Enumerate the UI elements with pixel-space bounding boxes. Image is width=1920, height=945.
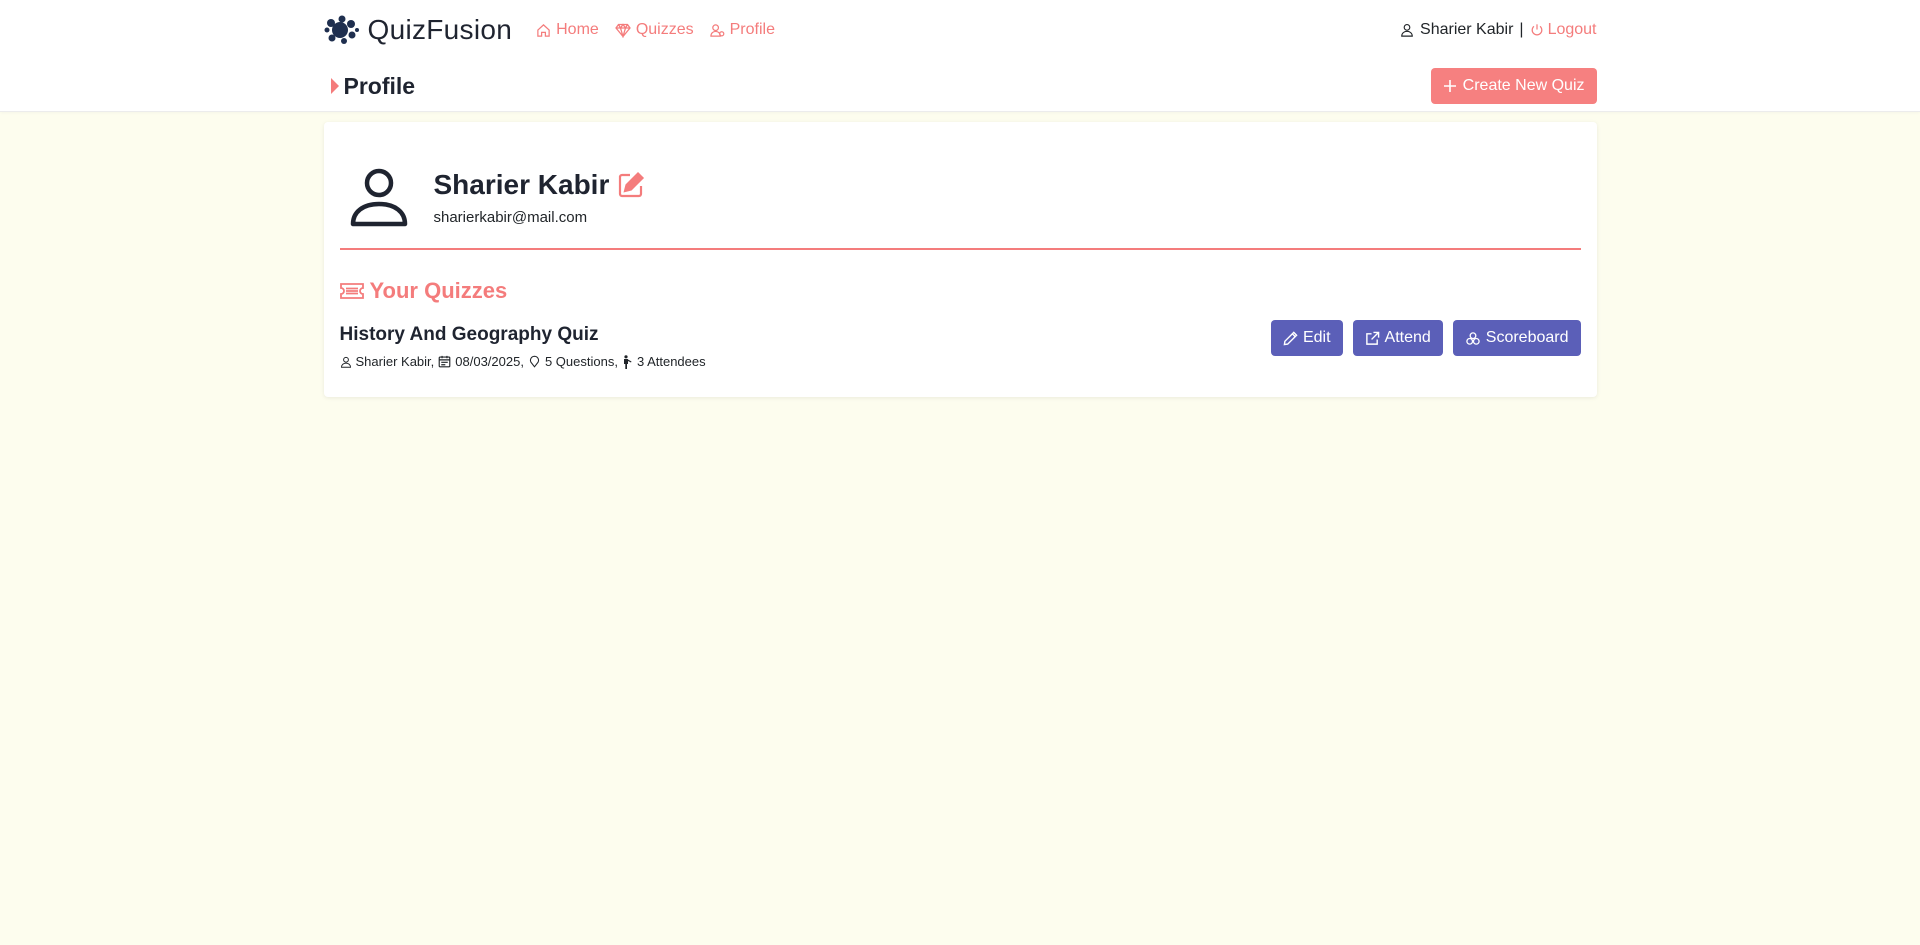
- your-quizzes-heading: Your Quizzes: [339, 278, 1581, 304]
- attend-quiz-button[interactable]: Attend: [1352, 320, 1443, 356]
- page-title: Profile: [330, 72, 416, 100]
- nav-link-label: Quizzes: [635, 21, 694, 38]
- quiz-title: History And Geography Quiz: [339, 324, 599, 345]
- edit-quiz-button[interactable]: Edit: [1270, 320, 1343, 356]
- home-icon: [536, 23, 551, 38]
- nav-link-home[interactable]: Home: [536, 21, 599, 39]
- nav-link-label: Home: [556, 21, 599, 38]
- page-header: Profile Create New Quiz: [324, 60, 1597, 112]
- gem-icon: [614, 22, 631, 38]
- top-navbar: QuizFusion Home Quizzes Profile Sharier …: [0, 0, 1920, 112]
- nav-link-quizzes[interactable]: Quizzes: [614, 21, 694, 39]
- nav-link-label: Profile: [729, 21, 775, 38]
- nav-link-profile[interactable]: Profile: [709, 21, 775, 39]
- logout-label: Logout: [1547, 21, 1597, 38]
- scoreboard-button[interactable]: Scoreboard: [1452, 320, 1581, 356]
- quiz-meta: Sharier Kabir, 08/03/2025, 5 Questions,: [340, 354, 706, 369]
- avatar-icon: [348, 166, 410, 228]
- quiz-questions: 5 Questions,: [544, 354, 618, 369]
- profile-email: sharierkabir@mail.com: [433, 208, 588, 226]
- trophy-group-icon: [1465, 331, 1481, 346]
- edit-label: Edit: [1302, 329, 1331, 346]
- brand-logo-link[interactable]: QuizFusion: [324, 14, 513, 46]
- quiz-author: Sharier Kabir,: [355, 354, 435, 369]
- caret-right-icon: [330, 77, 340, 95]
- quizfusion-logo-icon: [324, 14, 360, 46]
- create-new-quiz-button[interactable]: Create New Quiz: [1430, 68, 1597, 104]
- power-icon: [1530, 23, 1544, 37]
- quiz-list-item: History And Geography Quiz Sharier Kabir…: [339, 320, 1581, 369]
- user-icon: [1400, 23, 1414, 37]
- ticket-icon: [339, 282, 364, 300]
- create-new-quiz-label: Create New Quiz: [1462, 77, 1585, 94]
- quiz-date: 08/03/2025,: [455, 354, 524, 369]
- calendar-icon: [438, 355, 451, 368]
- quiz-attendees: 3 Attendees: [636, 354, 706, 369]
- attendee-icon: [622, 354, 633, 369]
- nav-row: QuizFusion Home Quizzes Profile Sharier …: [324, 0, 1597, 60]
- nav-separator: |: [1519, 21, 1524, 38]
- user-area: Sharier Kabir | Logout: [1400, 21, 1597, 39]
- external-link-icon: [1365, 331, 1380, 346]
- edit-profile-icon[interactable]: [617, 171, 645, 199]
- page-title-text: Profile: [343, 72, 416, 99]
- plus-icon: [1443, 79, 1457, 93]
- quiz-actions: Edit Attend Scoreboard: [1270, 320, 1581, 356]
- profile-icon: [709, 23, 725, 38]
- brand-name: QuizFusion: [367, 14, 513, 45]
- attend-label: Attend: [1384, 329, 1431, 346]
- logout-link[interactable]: Logout: [1530, 21, 1597, 39]
- section-title-text: Your Quizzes: [369, 278, 508, 303]
- current-user-name: Sharier Kabir: [1420, 21, 1514, 38]
- questions-icon: [528, 355, 541, 368]
- profile-name: Sharier Kabir: [433, 168, 610, 200]
- nav-links: Home Quizzes Profile: [536, 21, 775, 39]
- scoreboard-label: Scoreboard: [1485, 329, 1569, 346]
- pencil-icon: [1283, 330, 1298, 346]
- author-icon: [340, 356, 352, 368]
- profile-card: Sharier Kabir sharierkabir@mail.com Your…: [323, 122, 1597, 397]
- profile-header: Sharier Kabir sharierkabir@mail.com: [339, 138, 1581, 250]
